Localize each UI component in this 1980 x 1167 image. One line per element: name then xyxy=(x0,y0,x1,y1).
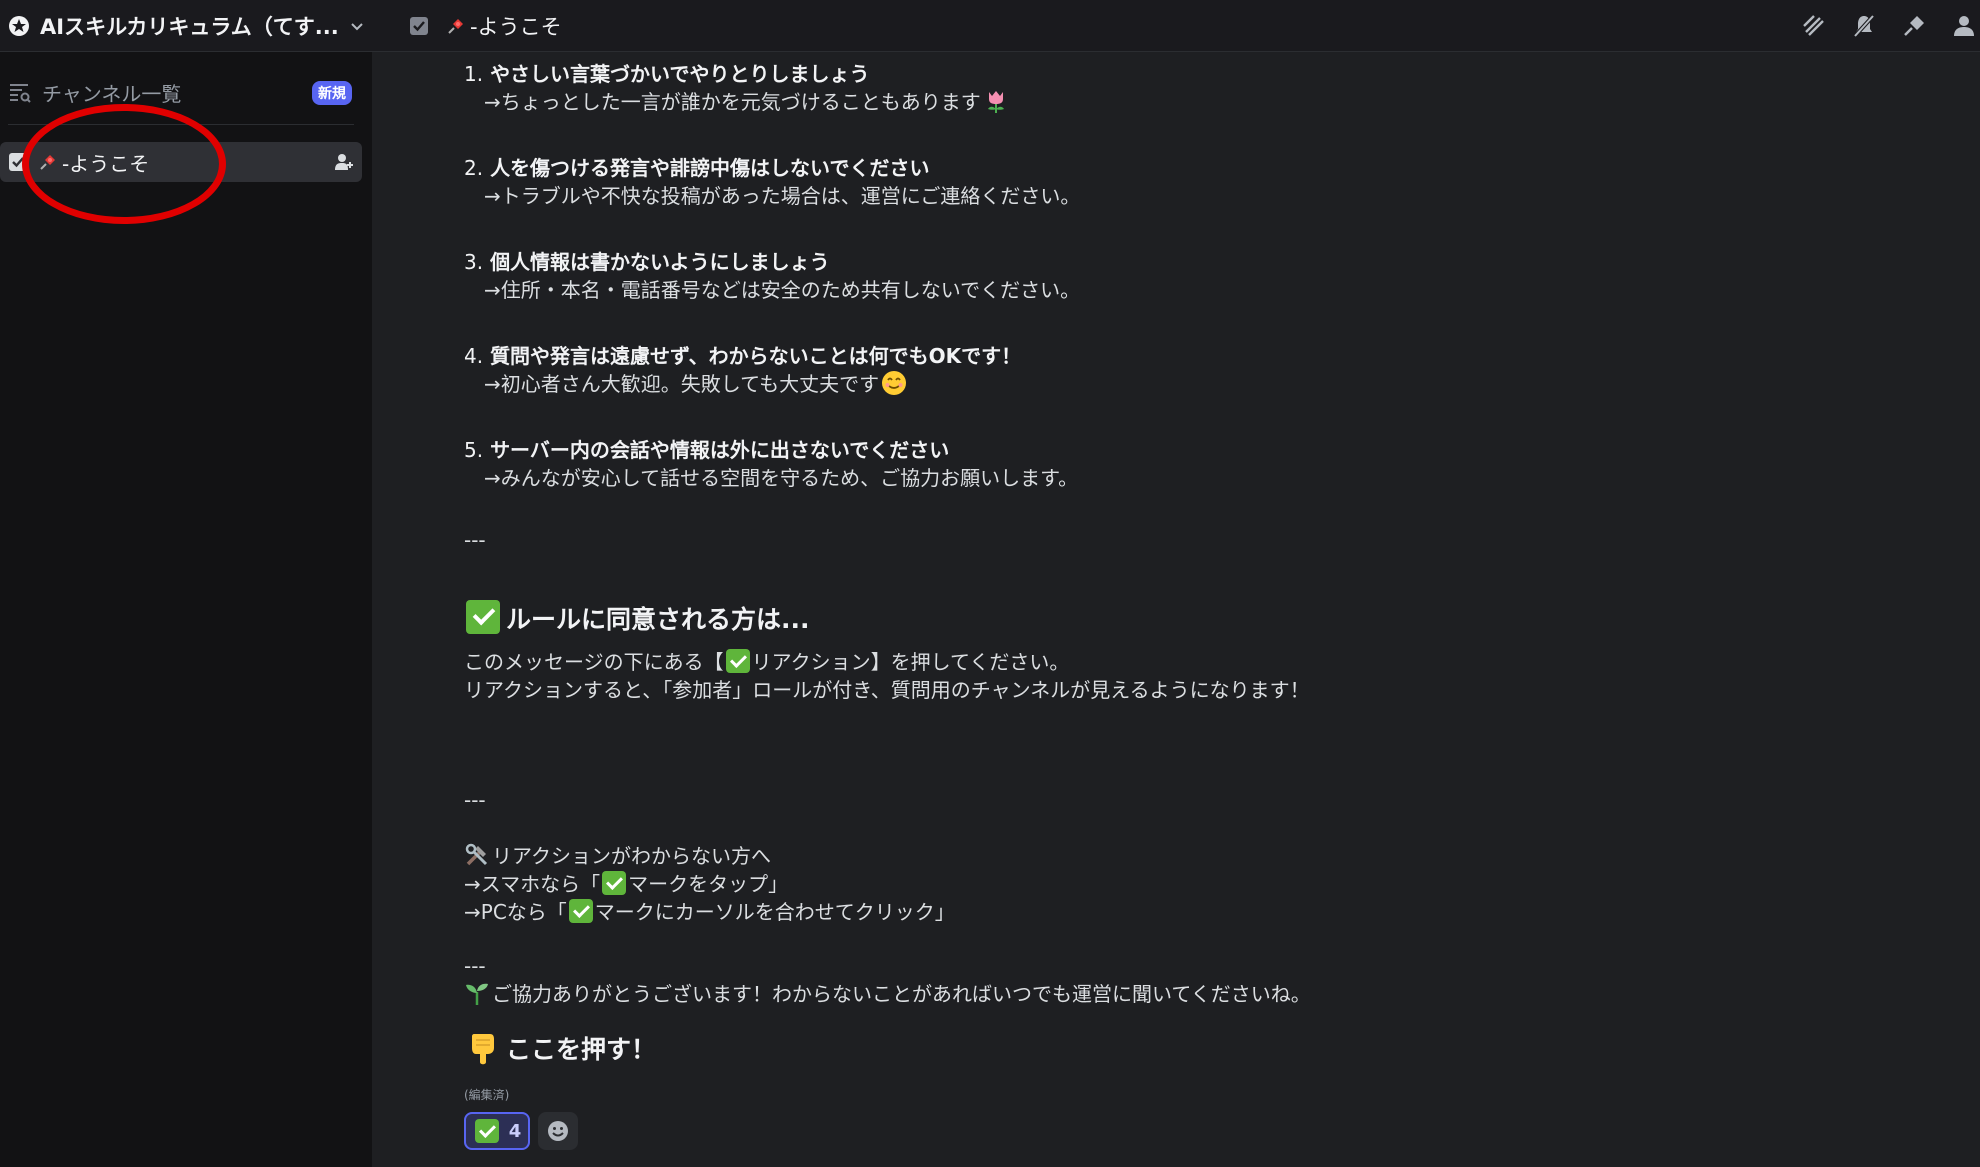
rule-item: 1. やさしい言葉づかいでやりとりしましょう →ちょっとした一言が誰かを元気づけ… xyxy=(464,60,1864,116)
pin-icon[interactable] xyxy=(1900,12,1928,40)
check-reaction-button[interactable]: 4 xyxy=(464,1112,530,1150)
server-name: AIスキルカリキュラム（てす... xyxy=(40,15,339,39)
help-phone: →スマホなら「 マークをタップ」 xyxy=(464,871,789,896)
separator: --- xyxy=(464,528,486,552)
members-icon[interactable] xyxy=(1950,12,1978,40)
channel-header: -ようこそ xyxy=(408,0,562,52)
rule-item: 3. 個人情報は書かないようにしましょう →住所・本名・電話番号などは安全のため… xyxy=(464,248,1864,304)
check-emoji-icon xyxy=(474,1119,499,1143)
red-annotation-circle xyxy=(22,104,226,224)
separator: --- xyxy=(464,788,486,812)
rule-title: やさしい言葉づかいでやりとりしましょう xyxy=(490,62,870,86)
rule-item: 4. 質問や発言は遠慮せず、わからないことは何でもOKです！ →初心者さん大歓迎… xyxy=(464,344,1022,396)
rules-channel-icon xyxy=(410,17,428,35)
header-toolbar xyxy=(1800,0,1980,52)
check-emoji-icon xyxy=(568,899,593,923)
mute-icon[interactable] xyxy=(1850,12,1878,40)
press-here-heading: ここを押す！ xyxy=(464,1030,656,1066)
help-title: リアクションがわからない方へ xyxy=(464,842,771,870)
channel-sidebar: チャンネル一覧 新規 -ようこそ xyxy=(0,52,372,1167)
channel-title: -ようこそ xyxy=(470,15,562,39)
edited-label: (編集済) xyxy=(464,1088,510,1102)
rule-detail: →住所・本名・電話番号などは安全のため共有しないでください。 xyxy=(484,278,1081,302)
add-reaction-button[interactable] xyxy=(538,1112,578,1150)
rule-item: 2. 人を傷つける発言や誹謗中傷はしないでください →トラブルや不快な投稿があっ… xyxy=(464,154,1864,210)
new-badge: 新規 xyxy=(312,81,352,105)
reaction-count: 4 xyxy=(508,1120,522,1142)
server-icon xyxy=(9,16,29,36)
pushpin-emoji-icon xyxy=(448,19,463,34)
rule-item: 5. サーバー内の会話や情報は外に出さないでください →みんなが安心して話せる空… xyxy=(464,436,1864,492)
browse-channels-icon xyxy=(10,84,31,103)
rule-detail: →トラブルや不快な投稿があった場合は、運営にご連絡ください。 xyxy=(484,184,1081,208)
agree-heading: ルールに同意される方は... xyxy=(464,600,810,636)
thanks-line: ご協力ありがとうございます！わからないことがあればいつでも運営に聞いてくださいね… xyxy=(464,980,1311,1008)
check-emoji-icon xyxy=(725,649,750,673)
add-reaction-icon xyxy=(548,1121,568,1141)
rule-detail: →みんなが安心して話せる空間を守るため、ご協力お願いします。 xyxy=(484,466,1079,490)
rule-title: サーバー内の会話や情報は外に出さないでください xyxy=(490,438,950,462)
pointing-down-emoji-icon xyxy=(472,1034,494,1065)
browse-channels-label: チャンネル一覧 xyxy=(42,81,182,106)
tulip-emoji-icon xyxy=(987,91,1004,113)
chevron-down-icon xyxy=(351,23,363,31)
rule-detail: →ちょっとした一言が誰かを元気づけることもあります xyxy=(484,90,981,114)
smile-emoji-icon xyxy=(882,371,907,395)
separator: --- xyxy=(464,954,486,978)
server-header[interactable]: AIスキルカリキュラム（てす... xyxy=(0,0,372,52)
top-bar: AIスキルカリキュラム（てす... -ようこそ xyxy=(0,0,1980,52)
check-emoji-icon xyxy=(466,600,500,634)
browse-channels-button[interactable]: チャンネル一覧 新規 xyxy=(8,74,354,110)
rule-title: 個人情報は書かないようにしましょう xyxy=(490,250,830,274)
discord-window: AIスキルカリキュラム（てす... -ようこそ チャンネル一覧 新規 -ようこそ… xyxy=(0,0,1980,1167)
seedling-emoji-icon xyxy=(466,983,488,1005)
rule-detail: →初心者さん大歓迎。失敗しても大丈夫です xyxy=(484,372,880,396)
agree-instruction: このメッセージの下にある【 リアクション】を押してください。 xyxy=(464,649,1070,674)
rule-title: 質問や発言は遠慮せず、わからないことは何でもOKです！ xyxy=(490,344,1022,368)
rule-title: 人を傷つける発言や誹謗中傷はしないでください xyxy=(490,156,930,180)
check-emoji-icon xyxy=(602,871,627,895)
message-area: 1. やさしい言葉づかいでやりとりしましょう →ちょっとした一言が誰かを元気づけ… xyxy=(372,52,1980,1167)
threads-icon[interactable] xyxy=(1800,12,1828,40)
help-pc: →PCなら「 マークにカーソルを合わせてクリック」 xyxy=(464,899,955,924)
invite-user-icon[interactable] xyxy=(334,152,354,172)
agree-result: リアクションすると、「参加者」ロールが付き、質問用のチャンネルが見えるようになり… xyxy=(464,678,1310,702)
tools-emoji-icon xyxy=(465,843,488,866)
